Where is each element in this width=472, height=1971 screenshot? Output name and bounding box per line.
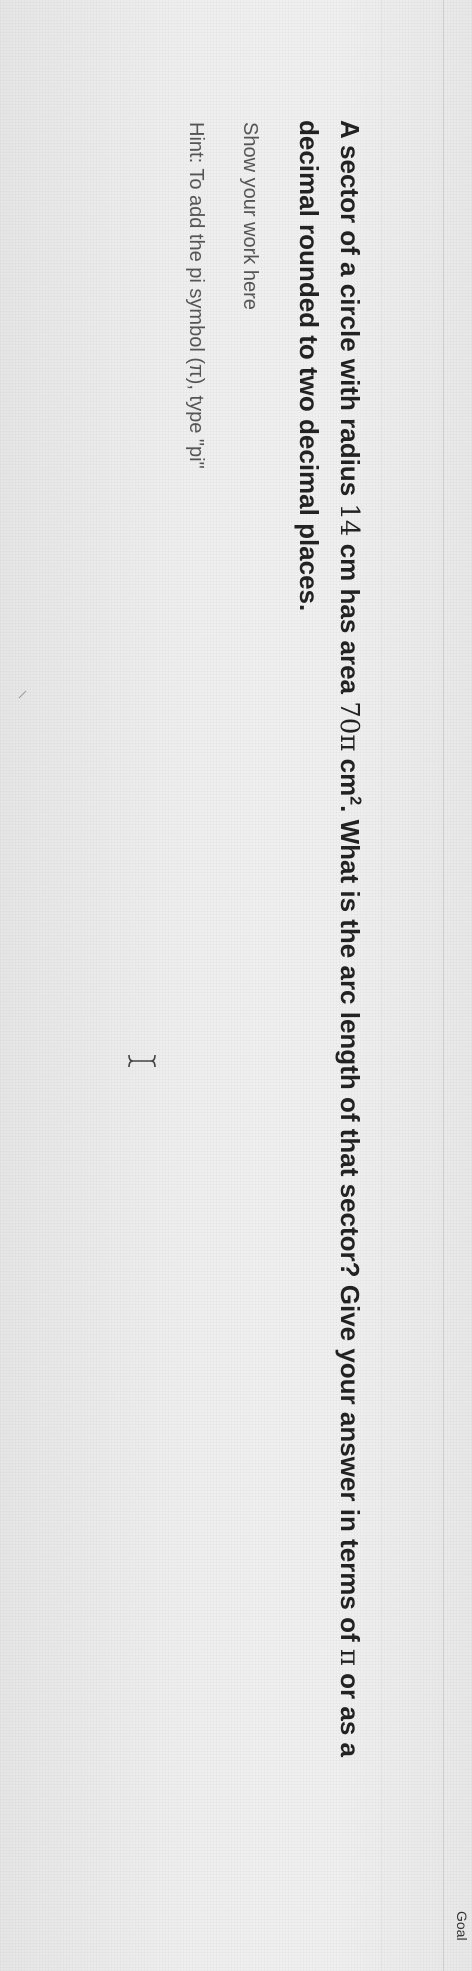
question-part-4: . What is the arc length of that sector?… <box>335 805 365 1649</box>
pi-hint: Hint: To add the pi symbol (π), type "pi… <box>185 122 207 469</box>
question-part-1: A sector of a circle with radius <box>335 120 365 504</box>
area-exponent: 2 <box>346 796 364 806</box>
section-divider <box>381 0 382 1971</box>
work-placeholder[interactable]: Show your work here <box>238 122 261 310</box>
radius-value: 14 <box>334 503 364 537</box>
pi-symbol: π <box>334 1648 364 1666</box>
text-cursor-icon <box>128 1054 156 1068</box>
question-part-2: cm has area <box>335 536 365 702</box>
question-part-3: cm <box>335 751 365 797</box>
screen: Goal A sector of a circle with radius 14… <box>0 0 472 1971</box>
stray-mark <box>18 690 27 699</box>
header-divider <box>443 0 444 1971</box>
goal-tab[interactable]: Goal <box>452 1905 472 1971</box>
work-answer-box[interactable]: Show your work here Hint: To add the pi … <box>18 100 267 1860</box>
page-content: Goal A sector of a circle with radius 14… <box>0 0 472 1971</box>
area-value: 70π <box>334 701 364 752</box>
question-text: A sector of a circle with radius 14 cm h… <box>289 120 370 1840</box>
